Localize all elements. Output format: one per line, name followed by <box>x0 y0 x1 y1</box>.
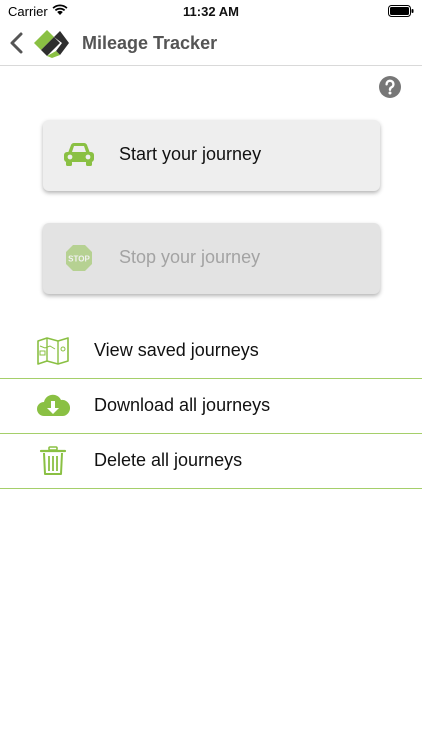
trash-icon <box>39 446 67 475</box>
navigation-bar: Mileage Tracker <box>0 22 422 66</box>
list-item-delete-all[interactable]: Delete all journeys <box>0 434 422 488</box>
map-icon <box>37 337 69 365</box>
status-bar: Carrier 11:32 AM <box>0 0 422 22</box>
app-logo-icon <box>34 30 69 58</box>
divider <box>0 488 422 489</box>
view-saved-label: View saved journeys <box>94 340 259 360</box>
stop-journey-label: Stop your journey <box>119 247 261 267</box>
page-title: Mileage Tracker <box>82 33 218 53</box>
delete-all-label: Delete all journeys <box>94 450 243 470</box>
download-all-label: Download all journeys <box>94 395 271 415</box>
start-journey-label: Start your journey <box>119 144 262 164</box>
clock: 11:32 AM <box>183 4 239 19</box>
stop-journey-button[interactable]: STOP Stop your journey <box>43 223 380 294</box>
back-chevron-icon[interactable] <box>6 30 28 56</box>
stop-sign-icon: STOP <box>66 245 92 271</box>
list-item-download-all[interactable]: Download all journeys <box>0 379 422 433</box>
start-journey-button[interactable]: Start your journey <box>43 120 380 191</box>
battery-icon <box>388 5 414 17</box>
car-icon <box>64 143 94 166</box>
list-item-view-saved[interactable]: View saved journeys <box>0 324 422 378</box>
svg-text:STOP: STOP <box>68 255 90 264</box>
help-icon[interactable] <box>379 76 401 98</box>
cloud-download-icon <box>37 394 70 416</box>
